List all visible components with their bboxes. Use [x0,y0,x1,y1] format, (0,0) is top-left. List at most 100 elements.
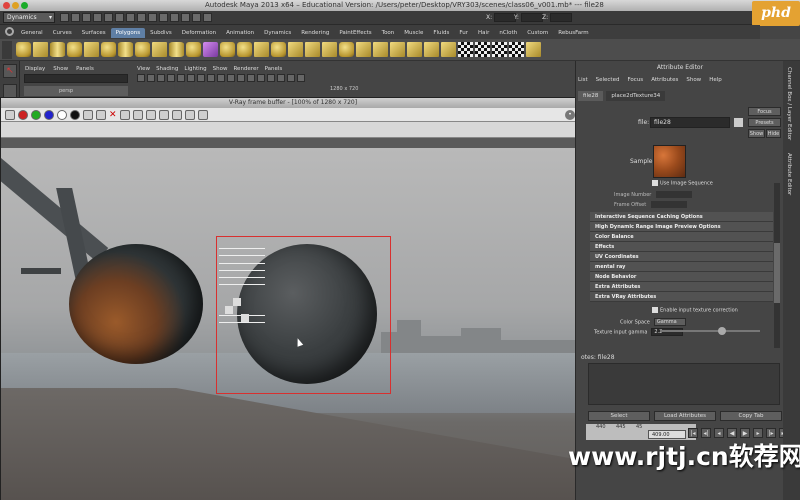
new-scene-icon[interactable] [60,13,69,22]
clear-image-icon[interactable]: ✕ [109,110,117,120]
frame-offset-input[interactable] [651,201,688,208]
use-image-sequence-checkbox[interactable] [652,180,658,186]
ae-menu-help[interactable]: Help [709,75,722,85]
section-interactive-sequence-caching[interactable]: Interactive Sequence Caching Options [590,212,773,222]
poly-sphere-icon[interactable] [16,42,31,57]
cylindrical-uv-icon[interactable] [475,42,490,57]
shelf-tab-subdivs[interactable]: Subdivs [145,28,177,38]
spherical-uv-icon[interactable] [492,42,507,57]
section-effects[interactable]: Effects [590,242,773,252]
close-window-button[interactable] [3,2,10,9]
mono-mode-button[interactable] [70,110,80,120]
hide-button[interactable]: Hide [766,129,781,138]
extrude-icon[interactable] [356,42,371,57]
screen-ao-icon[interactable] [267,74,275,82]
xray-icon[interactable] [217,74,225,82]
zoom-window-button[interactable] [21,2,28,9]
shelf-menu-strip[interactable] [2,41,12,59]
shelf-tab-deformation[interactable]: Deformation [177,28,221,38]
depth-of-field-icon[interactable] [297,74,305,82]
copy-to-host-icon[interactable] [132,110,143,120]
shelf-tab-toon[interactable]: Toon [377,28,400,38]
section-extra-vray-attributes[interactable]: Extra VRay Attributes [590,292,773,302]
blue-channel-button[interactable] [44,110,54,120]
tab-channel-box[interactable]: Channel Box / Layer Editor [786,67,792,140]
section-extra-attributes[interactable]: Extra Attributes [590,282,773,292]
snap-grid-icon[interactable] [126,13,135,22]
shelf-tab-rebusfarm[interactable]: RebusFarm [553,28,593,38]
save-image-icon[interactable] [83,110,93,120]
poly-pyramid-icon[interactable] [169,42,184,57]
vfb-title[interactable]: V-Ray frame buffer - [100% of 1280 x 720… [1,98,585,108]
safe-action-icon[interactable] [247,74,255,82]
split-icon[interactable] [407,42,422,57]
view-alpha-button[interactable] [57,110,67,120]
select-hierarchy-icon[interactable] [93,13,102,22]
section-color-balance[interactable]: Color Balance [590,232,773,242]
presets-button[interactable]: Presets [748,118,781,127]
shelf-tab-painteffects[interactable]: PaintEffects [334,28,376,38]
shelf-tab-muscle[interactable]: Muscle [399,28,428,38]
focus-button[interactable]: Focus [748,107,781,116]
motion-blur-icon[interactable] [277,74,285,82]
notes-textarea[interactable] [588,363,780,405]
bevel-icon[interactable] [424,42,439,57]
union-icon[interactable] [288,42,303,57]
poly-soccer-icon[interactable] [186,42,201,57]
history-icon[interactable] [170,13,179,22]
shelf-tab-surfaces[interactable]: Surfaces [77,28,111,38]
extract-icon[interactable] [254,42,269,57]
load-attributes-button[interactable]: Load Attributes [654,411,716,421]
x-input[interactable] [494,13,517,22]
open-scene-icon[interactable] [71,13,80,22]
rendered-image[interactable] [1,148,585,500]
select-button[interactable]: Select [588,411,650,421]
viewport-menu-shading[interactable]: Shading [156,64,178,74]
outliner-menu-display[interactable]: Display [25,64,45,74]
separate-icon[interactable] [237,42,252,57]
insert-loop-icon[interactable] [441,42,456,57]
render-icon[interactable] [181,13,190,22]
minimize-window-button[interactable] [12,2,19,9]
snap-plane-icon[interactable] [159,13,168,22]
uv-editor-icon[interactable] [526,42,541,57]
intersection-icon[interactable] [322,42,337,57]
copy-tab-button[interactable]: Copy Tab [720,411,782,421]
section-mental-ray[interactable]: mental ray [590,262,773,272]
load-image-icon[interactable] [96,110,106,120]
textured-icon[interactable] [167,74,175,82]
append-icon[interactable] [390,42,405,57]
poly-cube-icon[interactable] [33,42,48,57]
scrollbar-thumb[interactable] [774,243,780,303]
shelf-tab-ncloth[interactable]: nCloth [494,28,522,38]
vfb-options-icon[interactable]: • [565,110,575,120]
texture-correction-checkbox[interactable] [652,307,658,313]
poly-prism-icon[interactable] [152,42,167,57]
viewport-menu-panels[interactable]: Panels [265,64,283,74]
ipr-render-icon[interactable] [192,13,201,22]
green-channel-button[interactable] [31,110,41,120]
shelf-tab-hair[interactable]: Hair [473,28,494,38]
viewport-menu-lighting[interactable]: Lighting [184,64,206,74]
resolution-gate-icon[interactable] [227,74,235,82]
texture-gamma-slider[interactable] [660,327,760,335]
outliner-menu-panels[interactable]: Panels [76,64,94,74]
stop-render-icon[interactable] [197,110,208,120]
shelf-tab-general[interactable]: General [16,28,48,38]
file-select-icon[interactable] [734,118,743,127]
red-channel-button[interactable] [18,110,28,120]
snap-point-icon[interactable] [148,13,157,22]
camera-icon[interactable] [137,74,145,82]
automatic-uv-icon[interactable] [509,42,524,57]
shelf-tab-polygons[interactable]: Polygons [110,28,146,38]
show-button[interactable]: Show [748,129,765,138]
region-render-icon[interactable] [158,110,169,120]
shelf-tab-custom[interactable]: Custom [522,28,553,38]
outliner-menu-show[interactable]: Show [53,64,68,74]
ae-menu-focus[interactable]: Focus [627,75,643,85]
viewport-menu-renderer[interactable]: Renderer [233,64,258,74]
hud-icon[interactable] [257,74,265,82]
mirror-icon[interactable] [339,42,354,57]
poly-platonic-icon[interactable] [203,42,218,57]
link-to-frame-icon[interactable] [171,110,182,120]
